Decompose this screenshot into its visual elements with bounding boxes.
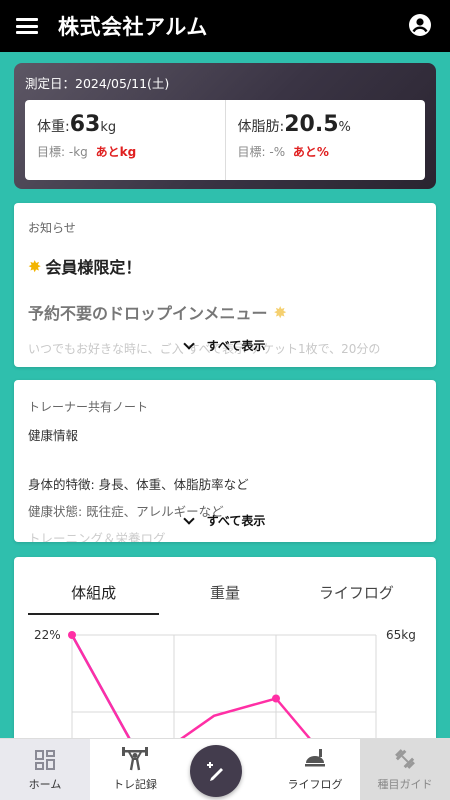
- nav-lifelog[interactable]: ライフログ: [270, 739, 360, 800]
- news-caption: お知らせ: [28, 221, 76, 235]
- chevron-down-icon: [182, 337, 195, 350]
- news-show-all-label: すべて表示: [206, 339, 266, 353]
- y-axis-right-label: 65kg: [386, 628, 416, 642]
- nav-guide-label: 種目ガイド: [377, 778, 433, 791]
- trainer-note-card: トレーナー共有ノート 健康情報 身体的特徴: 身長、体重、体脂肪率など 健康状態…: [14, 380, 436, 542]
- body-fat-value: 20.5: [284, 112, 339, 137]
- weight-block: 体重: 63 kg 目標: -kg あとkg: [25, 100, 225, 180]
- nav-training-label: トレ記録: [113, 778, 157, 791]
- news-show-all-button[interactable]: すべて表示: [14, 337, 436, 354]
- nav-exercise-guide[interactable]: 種目ガイド: [360, 739, 450, 800]
- note-line: 健康情報: [28, 428, 79, 443]
- measurement-values: 体重: 63 kg 目標: -kg あとkg 体脂肪: 20.5 % 目標: -…: [25, 100, 425, 180]
- sparkle-icon: ✸: [28, 256, 42, 276]
- body-fat-block: 体脂肪: 20.5 % 目標: -% あと%: [224, 100, 426, 180]
- tab-body-composition[interactable]: 体組成: [28, 575, 160, 615]
- weight-value: 63: [69, 112, 101, 137]
- nav-center: [180, 739, 270, 800]
- news-headline: 会員様限定！: [45, 258, 142, 277]
- news-subheadline: 予約不要のドロップインメニュー: [28, 304, 268, 323]
- menu-icon[interactable]: [16, 18, 38, 34]
- add-record-button[interactable]: [190, 745, 242, 797]
- weightlifter-icon: [122, 747, 148, 771]
- weight-remaining: あとkg: [95, 145, 137, 159]
- tab-lifelog[interactable]: ライフログ: [291, 575, 422, 615]
- weight-label: 体重:: [37, 119, 70, 135]
- chevron-down-icon: [182, 512, 195, 525]
- edit-pencil-icon: [207, 762, 223, 781]
- measurement-date: 測定日：2024/05/11(土): [25, 76, 170, 91]
- data-point: [272, 694, 280, 703]
- y-axis-left-label: 22%: [34, 628, 61, 642]
- app-title: 株式会社アルム: [58, 15, 208, 39]
- bottom-nav: ホーム トレ記録 ライフログ 種目ガイド: [0, 738, 450, 800]
- data-point: [68, 631, 76, 639]
- body-fat-goal: 目標: -%: [237, 145, 286, 159]
- nav-lifelog-label: ライフログ: [287, 778, 343, 791]
- body-fat-unit: %: [338, 120, 351, 135]
- measurement-card[interactable]: 測定日：2024/05/11(土) 体重: 63 kg 目標: -kg あとkg…: [14, 63, 436, 189]
- nav-home-label: ホーム: [28, 778, 62, 791]
- note-line: トレーニング＆栄養ログ: [28, 531, 166, 542]
- trainer-note-caption: トレーナー共有ノート: [28, 400, 149, 414]
- body-fat-remaining: あと%: [292, 145, 329, 159]
- weight-unit: kg: [100, 120, 117, 135]
- account-icon[interactable]: [408, 13, 432, 37]
- app-bar: 株式会社アルム: [0, 0, 450, 52]
- weight-goal: 目標: -kg: [37, 145, 88, 159]
- news-card: お知らせ ✸ 会員様限定！ 予約不要のドロップインメニュー ✸ いつでもお好きな…: [14, 203, 436, 367]
- body-fat-label: 体脂肪:: [237, 119, 285, 135]
- sparkle-icon: ✸: [273, 302, 287, 322]
- meal-icon: [305, 749, 325, 767]
- trainer-note-show-all-button[interactable]: すべて表示: [14, 512, 436, 529]
- tab-weight[interactable]: 重量: [159, 575, 290, 615]
- dumbbell-icon: [395, 749, 415, 769]
- nav-training-log[interactable]: トレ記録: [90, 739, 180, 800]
- trainer-note-show-all-label: すべて表示: [206, 514, 266, 528]
- nav-home[interactable]: ホーム: [0, 739, 90, 800]
- chart-tabs: 体組成 重量 ライフログ: [28, 575, 422, 615]
- note-line: 身体的特徴: 身長、体重、体脂肪率など: [28, 477, 249, 492]
- grid-icon: [35, 750, 55, 770]
